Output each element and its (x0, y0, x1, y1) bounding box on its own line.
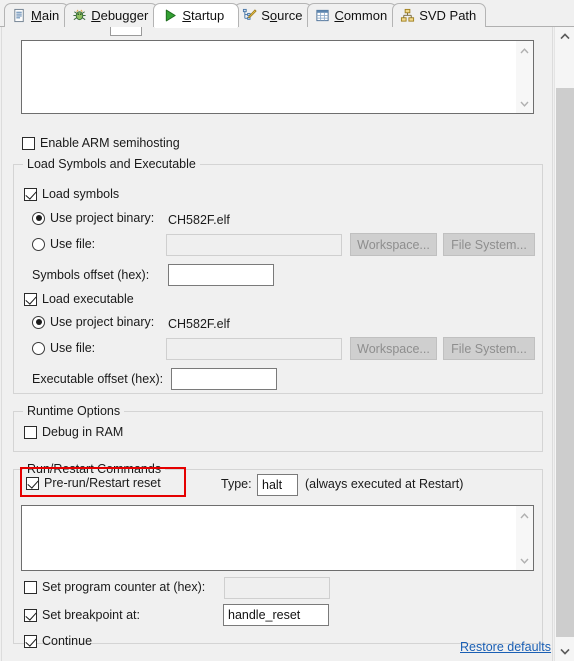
set-program-counter-checkbox[interactable] (24, 580, 37, 594)
reset-type-label: Type: (221, 477, 252, 491)
symbols-use-project-binary-row[interactable]: Use project binary: (32, 211, 154, 225)
scroll-down-icon[interactable] (555, 641, 574, 661)
startup-panel: Enable ARM semihosting Load Symbols and … (1, 18, 553, 661)
table-icon (315, 8, 330, 23)
set-breakpoint-row[interactable]: Set breakpoint at: (24, 608, 140, 622)
page-scrollbar-thumb[interactable] (556, 88, 574, 637)
exec-workspace-button[interactable]: Workspace... (350, 337, 437, 360)
continue-label: Continue (42, 634, 93, 648)
exec-project-binary-value: CH582F.elf (168, 317, 230, 331)
exec-offset-input[interactable] (171, 368, 277, 390)
run-restart-commands-group-label: Run/Restart Commands (23, 462, 166, 476)
bug-icon (72, 8, 87, 23)
run-restart-commands-scrollbar[interactable] (516, 506, 533, 570)
symbols-use-project-binary-label: Use project binary: (50, 211, 155, 225)
pre-run-restart-reset-row[interactable]: Pre-run/Restart reset (26, 476, 161, 490)
startup-scroll-content: Enable ARM semihosting Load Symbols and … (0, 18, 574, 661)
tab-source[interactable]: Source (234, 3, 313, 27)
tab-svd-path[interactable]: SVD Path (392, 3, 487, 27)
symbols-file-input[interactable] (166, 234, 342, 256)
symbols-use-file-label: Use file: (50, 237, 96, 251)
tab-common-label: Common (334, 8, 388, 23)
runtime-options-group-label: Runtime Options (23, 404, 125, 418)
scroll-down-icon[interactable] (516, 95, 533, 112)
tab-bar: Main Debugger Startup Source Common SVD … (0, 0, 574, 28)
init-commands-textarea[interactable] (21, 40, 534, 114)
debug-in-ram-checkbox[interactable] (24, 425, 37, 439)
hierarchy-icon (400, 8, 415, 23)
enable-arm-semihosting-row[interactable]: Enable ARM semihosting (22, 136, 180, 150)
enable-arm-semihosting-checkbox[interactable] (22, 136, 35, 150)
scroll-up-icon[interactable] (516, 42, 533, 59)
symbols-project-binary-value: CH582F.elf (168, 213, 230, 227)
exec-use-file-label: Use file: (50, 341, 96, 355)
exec-offset-label: Executable offset (hex): (32, 372, 164, 386)
load-symbols-label: Load symbols (42, 187, 120, 201)
exec-use-project-binary-row[interactable]: Use project binary: (32, 315, 154, 329)
enable-arm-semihosting-label: Enable ARM semihosting (40, 136, 180, 150)
set-breakpoint-label: Set breakpoint at: (42, 608, 140, 622)
tab-startup-label: Startup (182, 8, 225, 23)
scroll-down-icon[interactable] (516, 552, 533, 569)
continue-row[interactable]: Continue (24, 634, 92, 648)
symbols-offset-input[interactable] (168, 264, 274, 286)
symbols-use-file-radio[interactable] (32, 237, 45, 251)
page-vertical-scrollbar[interactable] (554, 26, 574, 661)
scroll-up-icon[interactable] (516, 507, 533, 524)
reset-type-input[interactable]: halt (257, 474, 298, 496)
symbols-offset-label: Symbols offset (hex): (32, 268, 150, 282)
symbols-file-system-button[interactable]: File System... (443, 233, 535, 256)
debug-in-ram-label: Debug in RAM (42, 425, 124, 439)
symbols-use-project-binary-radio[interactable] (32, 211, 45, 225)
init-commands-scrollbar[interactable] (516, 41, 533, 113)
scroll-up-icon[interactable] (555, 26, 574, 46)
reset-type-note: (always executed at Restart) (305, 477, 464, 491)
debug-in-ram-row[interactable]: Debug in RAM (24, 425, 123, 439)
exec-use-project-binary-radio[interactable] (32, 315, 45, 329)
load-symbols-row[interactable]: Load symbols (24, 187, 119, 201)
set-program-counter-input[interactable] (224, 577, 330, 599)
tab-startup[interactable]: Startup (153, 3, 240, 28)
set-breakpoint-input[interactable]: handle_reset (223, 604, 329, 626)
tab-common[interactable]: Common (307, 3, 398, 27)
tab-debugger-label: Debugger (91, 8, 149, 23)
exec-use-file-row[interactable]: Use file: (32, 341, 95, 355)
exec-use-project-binary-label: Use project binary: (50, 315, 155, 329)
run-restart-commands-textarea[interactable] (21, 505, 534, 571)
set-program-counter-row[interactable]: Set program counter at (hex): (24, 580, 205, 594)
pre-run-restart-reset-checkbox[interactable] (26, 476, 39, 490)
pre-run-restart-reset-label: Pre-run/Restart reset (44, 476, 161, 490)
tab-main[interactable]: Main (4, 3, 70, 27)
load-executable-label: Load executable (42, 292, 134, 306)
exec-file-input[interactable] (166, 338, 342, 360)
load-symbols-executable-group-label: Load Symbols and Executable (23, 157, 200, 171)
tab-svd-path-label: SVD Path (419, 8, 477, 23)
restore-defaults-link[interactable]: Restore defaults (460, 640, 551, 654)
set-program-counter-label: Set program counter at (hex): (42, 580, 206, 594)
set-breakpoint-checkbox[interactable] (24, 608, 37, 622)
startup-tab-dialog: Main Debugger Startup Source Common SVD … (0, 0, 574, 661)
symbols-use-file-row[interactable]: Use file: (32, 237, 95, 251)
symbols-workspace-button[interactable]: Workspace... (350, 233, 437, 256)
continue-checkbox[interactable] (24, 634, 37, 648)
load-executable-checkbox[interactable] (24, 292, 37, 306)
exec-use-file-radio[interactable] (32, 341, 45, 355)
document-icon (12, 8, 27, 23)
load-executable-row[interactable]: Load executable (24, 292, 134, 306)
tab-debugger[interactable]: Debugger (64, 3, 159, 27)
tab-main-label: Main (31, 8, 60, 23)
play-icon (163, 8, 178, 23)
tab-source-label: Source (261, 8, 303, 23)
exec-file-system-button[interactable]: File System... (443, 337, 535, 360)
load-symbols-checkbox[interactable] (24, 187, 37, 201)
source-edit-icon (242, 8, 257, 23)
